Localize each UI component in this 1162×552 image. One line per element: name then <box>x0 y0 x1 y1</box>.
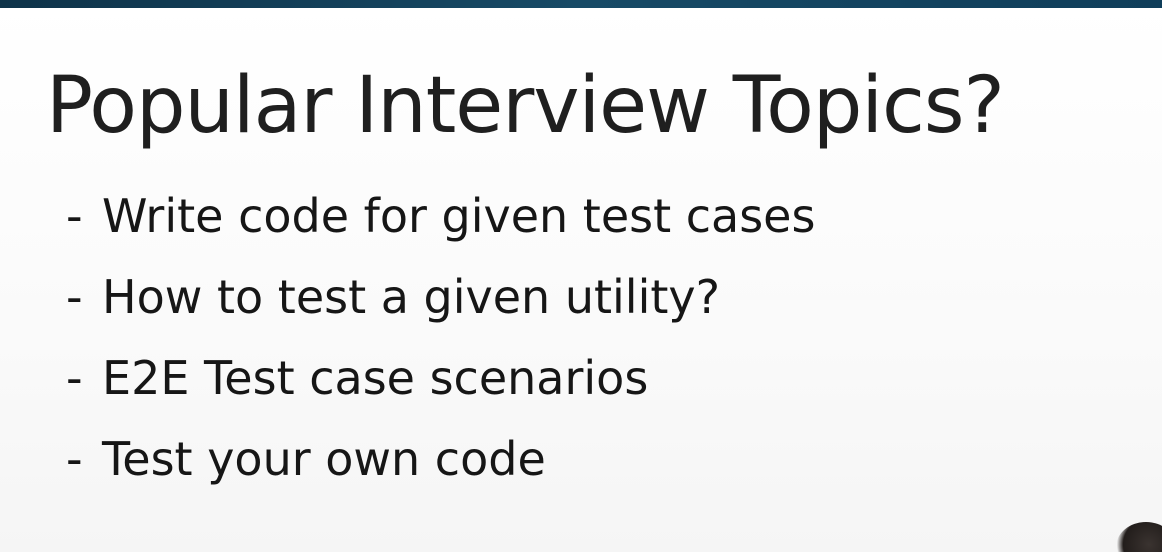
bullet-marker: - <box>66 270 83 324</box>
bullet-marker: - <box>66 432 83 486</box>
bullet-item: - Test your own code <box>66 419 815 500</box>
bullet-text: Test your own code <box>102 432 546 486</box>
slide-title: Popular Interview Topics? <box>46 61 1005 151</box>
bullet-marker: - <box>66 189 83 243</box>
bullet-list: - Write code for given test cases - How to… <box>66 176 815 500</box>
slide-top-accent-bar <box>0 0 1162 8</box>
presentation-slide: Popular Interview Topics? - Write code fo… <box>0 0 1162 552</box>
bullet-text: Write code for given test cases <box>102 189 816 243</box>
bullet-item: - E2E Test case scenarios <box>66 338 815 419</box>
bullet-item: - How to test a given utility? <box>66 257 815 338</box>
bullet-text: E2E Test case scenarios <box>102 351 649 405</box>
bullet-text: How to test a given utility? <box>102 270 721 324</box>
presenter-video-corner <box>1116 522 1162 552</box>
bullet-marker: - <box>66 351 83 405</box>
bullet-item: - Write code for given test cases <box>66 176 815 257</box>
